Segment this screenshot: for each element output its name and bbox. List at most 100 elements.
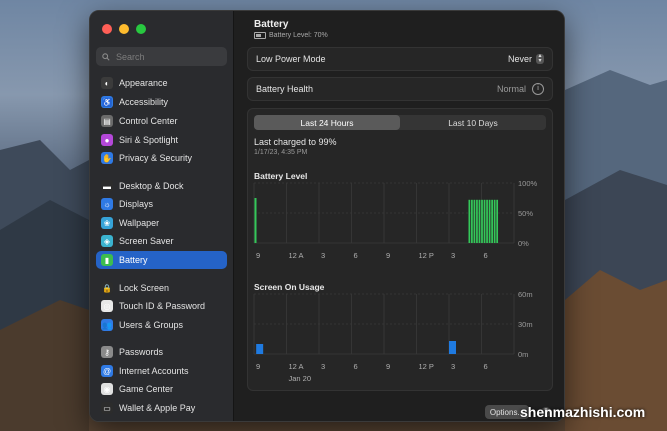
sidebar-item-passwords[interactable]: ⚷ Passwords (96, 343, 227, 361)
y-tick-label: 0m (518, 350, 528, 359)
battery-level-bar (478, 199, 481, 243)
x-tick-label: 6 (484, 251, 488, 260)
battery-level-subtitle: Battery Level: 70% (254, 32, 328, 39)
x-tick-label: 3 (451, 251, 455, 260)
battery-level-text: Battery Level: 70% (269, 32, 328, 39)
zoom-button[interactable] (136, 24, 146, 34)
search-icon (102, 52, 110, 61)
sidebar-item-wallpaper[interactable]: ❀ Wallpaper (96, 214, 227, 232)
x-tick-label: 12 P (419, 251, 434, 260)
x-tick-label: 9 (386, 362, 390, 371)
screen-on-bar (256, 344, 264, 354)
sidebar-item-control-center[interactable]: ▤ Control Center (96, 112, 227, 130)
battery-health-label: Battery Health (256, 84, 314, 94)
battery-level-chart: 100% 50% 0% 9 12 A 3 6 9 12 P 3 6 (253, 181, 538, 260)
usage-card: Last 24 Hours Last 10 Days Last charged … (247, 108, 553, 391)
sidebar-item-label: Privacy & Security (119, 153, 193, 163)
x-tick-label: 3 (321, 251, 325, 260)
sidebar-item-label: Wallpaper (119, 218, 160, 228)
y-tick-label: 100% (518, 181, 538, 188)
time-range-segmented-control: Last 24 Hours Last 10 Days (254, 115, 546, 130)
page-title: Battery (254, 19, 289, 30)
low-power-mode-row: Low Power Mode Never ▴ ▾ (247, 47, 553, 71)
sidebar-item-appearance[interactable]: ◐ Appearance (96, 74, 227, 92)
screensaver-icon: ◈ (101, 235, 113, 247)
battery-health-row: Battery Health Normal i (247, 77, 553, 101)
game-center-icon: ◉ (101, 383, 113, 395)
x-tick-label: 3 (451, 362, 455, 371)
sidebar-item-lock-screen[interactable]: 🔒 Lock Screen (96, 279, 227, 297)
y-tick-label: 60m (518, 292, 533, 299)
sidebar-item-battery[interactable]: ▮ Battery (96, 251, 227, 269)
sidebar-item-desktop-dock[interactable]: ▬ Desktop & Dock (96, 177, 227, 195)
sidebar-item-users-groups[interactable]: 👥 Users & Groups (96, 316, 227, 334)
search-input[interactable] (114, 50, 218, 63)
x-tick-label: 3 (321, 362, 325, 371)
traffic-lights (102, 24, 146, 34)
sidebar-item-accessibility[interactable]: ♿ Accessibility (96, 93, 227, 111)
last-charged-time: 1/17/23, 4:35 PM (254, 149, 308, 156)
x-tick-label: 6 (354, 362, 358, 371)
sidebar-item-internet-accounts[interactable]: @ Internet Accounts (96, 362, 227, 380)
info-icon[interactable]: i (532, 83, 544, 95)
battery-level-bar (486, 199, 488, 243)
settings-window: ◐ Appearance ♿ Accessibility ▤ Control Center… (89, 10, 565, 422)
sidebar-item-label: Displays (119, 199, 154, 209)
wallpaper-icon: ❀ (101, 217, 113, 229)
battery-level-bar (476, 199, 478, 243)
sidebar-item-label: Appearance (119, 78, 168, 88)
display-icon: ☼ (101, 198, 113, 210)
battery-level-bar (468, 199, 471, 243)
minimize-button[interactable] (119, 24, 129, 34)
sidebar-item-game-center[interactable]: ◉ Game Center (96, 380, 227, 398)
battery-level-bar (471, 199, 473, 243)
x-tick-label: 9 (256, 251, 260, 260)
low-power-mode-popup[interactable]: Never ▴ ▾ (507, 53, 544, 64)
sidebar-item-label: Lock Screen (119, 283, 170, 293)
sidebar-item-label: Siri & Spotlight (119, 135, 179, 145)
low-power-mode-value: Never (507, 54, 532, 64)
battery-level-bar (481, 199, 483, 243)
users-icon: 👥 (101, 319, 113, 331)
hand-icon: ✋ (101, 152, 113, 164)
sidebar: ◐ Appearance ♿ Accessibility ▤ Control Center… (90, 11, 234, 421)
sidebar-item-privacy-security[interactable]: ✋ Privacy & Security (96, 149, 227, 167)
search-field[interactable] (96, 47, 227, 66)
y-tick-label: 50% (518, 209, 533, 218)
x-tick-label: 9 (386, 251, 390, 260)
tab-last-24-hours[interactable]: Last 24 Hours (254, 115, 400, 130)
sidebar-item-label: Desktop & Dock (119, 181, 184, 191)
sidebar-item-label: Screen Saver (119, 236, 174, 246)
x-tick-label: 6 (354, 251, 358, 260)
screen-on-usage-chart: 60m 30m 0m 9 12 A 3 6 9 12 P 3 6 Jan 20 (253, 292, 533, 383)
sidebar-item-label: Control Center (119, 116, 178, 126)
battery-level-bar (496, 199, 499, 243)
sidebar-item-label: Users & Groups (119, 320, 184, 330)
x-tick-label: 6 (484, 362, 488, 371)
siri-icon: ● (101, 134, 113, 146)
x-tick-label: 12 P (419, 362, 434, 371)
sidebar-item-label: Wallet & Apple Pay (119, 403, 196, 413)
battery-icon (254, 32, 266, 39)
battery-level-heading: Battery Level (254, 171, 308, 181)
sidebar-item-touch-id-password[interactable]: ◎ Touch ID & Password (96, 297, 227, 315)
x-tick-label: 12 A (289, 251, 304, 260)
battery-health-value: Normal (496, 84, 526, 94)
date-label: Jan 20 (289, 374, 312, 383)
last-charged-text: Last charged to 99% (254, 137, 337, 147)
sidebar-item-wallet-apple-pay[interactable]: ▭ Wallet & Apple Pay (96, 399, 227, 417)
close-button[interactable] (102, 24, 112, 34)
sidebar-item-label: Internet Accounts (119, 366, 189, 376)
x-tick-label: 12 A (289, 362, 304, 371)
sidebar-item-label: Accessibility (119, 97, 169, 107)
at-icon: @ (101, 365, 113, 377)
sidebar-item-screen-saver[interactable]: ◈ Screen Saver (96, 232, 227, 250)
fingerprint-icon: ◎ (101, 300, 113, 312)
sidebar-item-displays[interactable]: ☼ Displays (96, 195, 227, 213)
sidebar-item-siri-spotlight[interactable]: ● Siri & Spotlight (96, 131, 227, 149)
tab-last-10-days[interactable]: Last 10 Days (400, 115, 546, 130)
chevron-updown-icon: ▴ ▾ (536, 53, 544, 64)
y-tick-label: 0% (518, 239, 529, 248)
x-tick-label: 9 (256, 362, 260, 371)
screen-on-bar (449, 341, 456, 354)
